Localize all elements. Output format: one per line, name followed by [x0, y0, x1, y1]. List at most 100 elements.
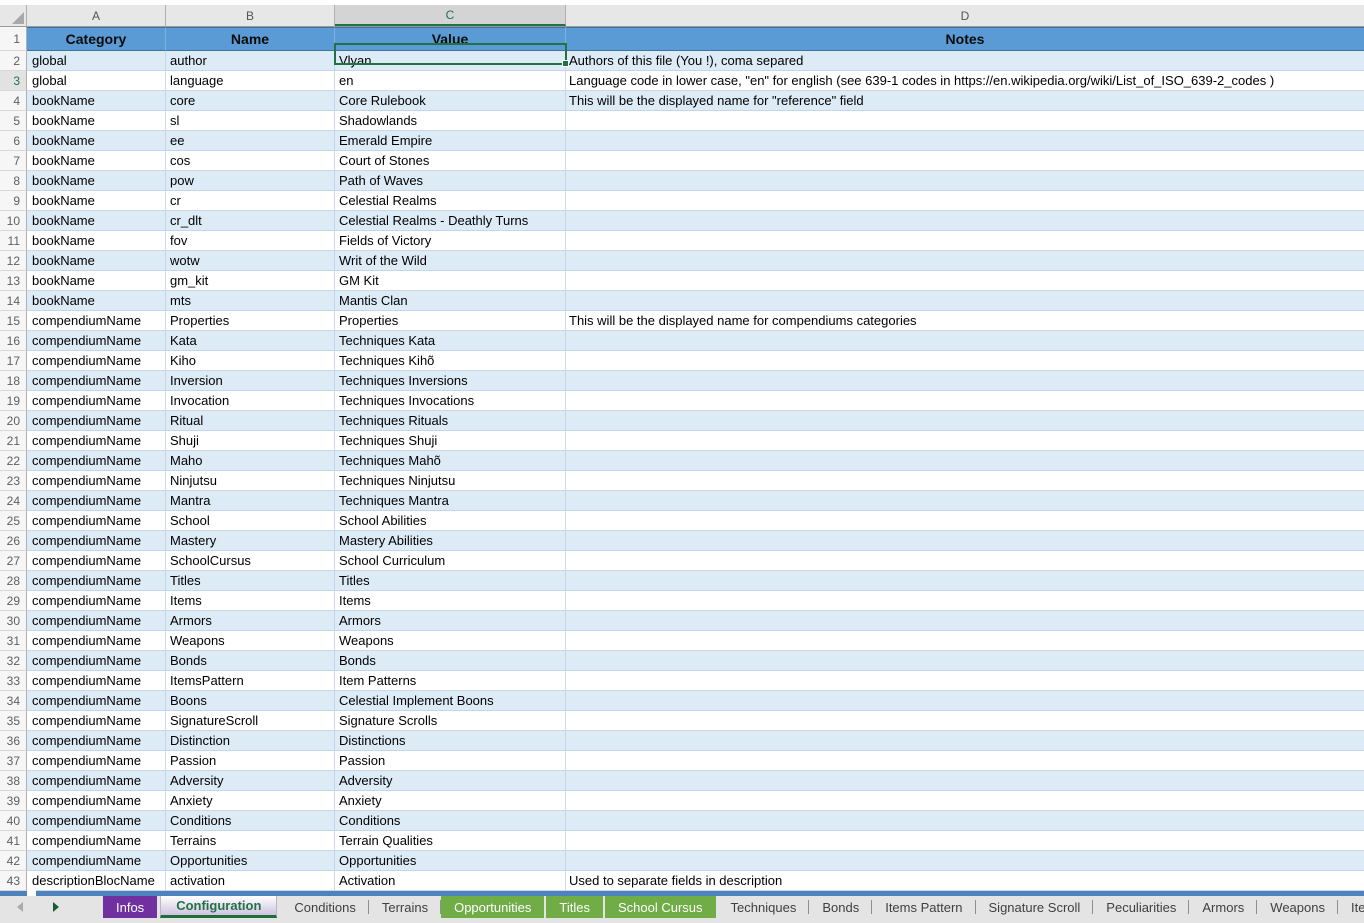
row-number[interactable]: 22	[0, 451, 27, 471]
row-number[interactable]: 10	[0, 211, 27, 231]
cell-D17[interactable]	[566, 351, 1364, 371]
cell-D18[interactable]	[566, 371, 1364, 391]
row-number[interactable]: 21	[0, 431, 27, 451]
row-number[interactable]: 26	[0, 531, 27, 551]
cell-C12[interactable]: Writ of the Wild	[335, 251, 566, 271]
sheet-tab-opportunities[interactable]: Opportunities	[441, 896, 544, 918]
row-number[interactable]: 35	[0, 711, 27, 731]
cell-B3[interactable]: language	[166, 71, 335, 91]
cell-C37[interactable]: Passion	[335, 751, 566, 771]
cell-A41[interactable]: compendiumName	[27, 831, 166, 851]
row-number[interactable]: 4	[0, 91, 27, 111]
cell-C23[interactable]: Techniques Ninjutsu	[335, 471, 566, 491]
sheet-tab-ite[interactable]: Ite	[1338, 896, 1364, 918]
cell-C13[interactable]: GM Kit	[335, 271, 566, 291]
cell-A39[interactable]: compendiumName	[27, 791, 166, 811]
sheet-tab-conditions[interactable]: Conditions	[281, 896, 368, 918]
sheet-tab-terrains[interactable]: Terrains	[369, 896, 441, 918]
cell-C41[interactable]: Terrain Qualities	[335, 831, 566, 851]
cell-D30[interactable]	[566, 611, 1364, 631]
cell-B12[interactable]: wotw	[166, 251, 335, 271]
cell-D31[interactable]	[566, 631, 1364, 651]
cell-D28[interactable]	[566, 571, 1364, 591]
cell-A12[interactable]: bookName	[27, 251, 166, 271]
row-number[interactable]: 14	[0, 291, 27, 311]
cell-A21[interactable]: compendiumName	[27, 431, 166, 451]
cell-A27[interactable]: compendiumName	[27, 551, 166, 571]
cell-C28[interactable]: Titles	[335, 571, 566, 591]
cell-C19[interactable]: Techniques Invocations	[335, 391, 566, 411]
row-number[interactable]: 38	[0, 771, 27, 791]
cell-D42[interactable]	[566, 851, 1364, 871]
row-number[interactable]: 12	[0, 251, 27, 271]
row-number[interactable]: 25	[0, 511, 27, 531]
cell-C30[interactable]: Armors	[335, 611, 566, 631]
cell-A36[interactable]: compendiumName	[27, 731, 166, 751]
row-number[interactable]: 1	[0, 27, 27, 51]
cell-C10[interactable]: Celestial Realms - Deathly Turns	[335, 211, 566, 231]
row-number[interactable]: 5	[0, 111, 27, 131]
sheet-nav-right-icon[interactable]	[53, 902, 59, 912]
cell-C20[interactable]: Techniques Rituals	[335, 411, 566, 431]
cell-C27[interactable]: School Curriculum	[335, 551, 566, 571]
cell-B33[interactable]: ItemsPattern	[166, 671, 335, 691]
cell-B14[interactable]: mts	[166, 291, 335, 311]
sheet-tab-school-cursus[interactable]: School Cursus	[605, 896, 716, 918]
row-number[interactable]: 30	[0, 611, 27, 631]
cell-D43[interactable]: Used to separate fields in description	[566, 871, 1364, 891]
cell-A22[interactable]: compendiumName	[27, 451, 166, 471]
cell-D32[interactable]	[566, 651, 1364, 671]
row-number[interactable]: 11	[0, 231, 27, 251]
cell-A15[interactable]: compendiumName	[27, 311, 166, 331]
cell-D6[interactable]	[566, 131, 1364, 151]
cell-C17[interactable]: Techniques Kihõ	[335, 351, 566, 371]
sheet-tab-armors[interactable]: Armors	[1189, 896, 1257, 918]
table-header-name[interactable]: Name	[166, 27, 335, 51]
cell-C42[interactable]: Opportunities	[335, 851, 566, 871]
cell-C32[interactable]: Bonds	[335, 651, 566, 671]
cell-D7[interactable]	[566, 151, 1364, 171]
cell-B7[interactable]: cos	[166, 151, 335, 171]
cell-B27[interactable]: SchoolCursus	[166, 551, 335, 571]
cell-A7[interactable]: bookName	[27, 151, 166, 171]
cell-A9[interactable]: bookName	[27, 191, 166, 211]
cell-D35[interactable]	[566, 711, 1364, 731]
table-header-notes[interactable]: Notes	[566, 27, 1364, 51]
sheet-tab-items-pattern[interactable]: Items Pattern	[872, 896, 975, 918]
cell-A6[interactable]: bookName	[27, 131, 166, 151]
cell-B39[interactable]: Anxiety	[166, 791, 335, 811]
cell-B5[interactable]: sl	[166, 111, 335, 131]
cell-C14[interactable]: Mantis Clan	[335, 291, 566, 311]
cell-A3[interactable]: global	[27, 71, 166, 91]
row-number[interactable]: 23	[0, 471, 27, 491]
cell-D33[interactable]	[566, 671, 1364, 691]
cell-B36[interactable]: Distinction	[166, 731, 335, 751]
cell-D14[interactable]	[566, 291, 1364, 311]
cell-B34[interactable]: Boons	[166, 691, 335, 711]
cell-C7[interactable]: Court of Stones	[335, 151, 566, 171]
cell-A13[interactable]: bookName	[27, 271, 166, 291]
cell-C34[interactable]: Celestial Implement Boons	[335, 691, 566, 711]
row-number[interactable]: 7	[0, 151, 27, 171]
cell-C22[interactable]: Techniques Mahõ	[335, 451, 566, 471]
cell-C8[interactable]: Path of Waves	[335, 171, 566, 191]
cell-D25[interactable]	[566, 511, 1364, 531]
cell-A18[interactable]: compendiumName	[27, 371, 166, 391]
cell-D15[interactable]: This will be the displayed name for comp…	[566, 311, 1364, 331]
cell-A19[interactable]: compendiumName	[27, 391, 166, 411]
sheet-tab-titles[interactable]: Titles	[546, 896, 603, 918]
row-number[interactable]: 17	[0, 351, 27, 371]
cell-D36[interactable]	[566, 731, 1364, 751]
cell-B8[interactable]: pow	[166, 171, 335, 191]
cell-C16[interactable]: Techniques Kata	[335, 331, 566, 351]
cell-B24[interactable]: Mantra	[166, 491, 335, 511]
cell-D40[interactable]	[566, 811, 1364, 831]
cell-B38[interactable]: Adversity	[166, 771, 335, 791]
cell-A16[interactable]: compendiumName	[27, 331, 166, 351]
cell-C31[interactable]: Weapons	[335, 631, 566, 651]
cell-A43[interactable]: descriptionBlocName	[27, 871, 166, 891]
row-number[interactable]: 41	[0, 831, 27, 851]
cell-D3[interactable]: Language code in lower case, "en" for en…	[566, 71, 1364, 91]
cell-D22[interactable]	[566, 451, 1364, 471]
row-number[interactable]: 37	[0, 751, 27, 771]
